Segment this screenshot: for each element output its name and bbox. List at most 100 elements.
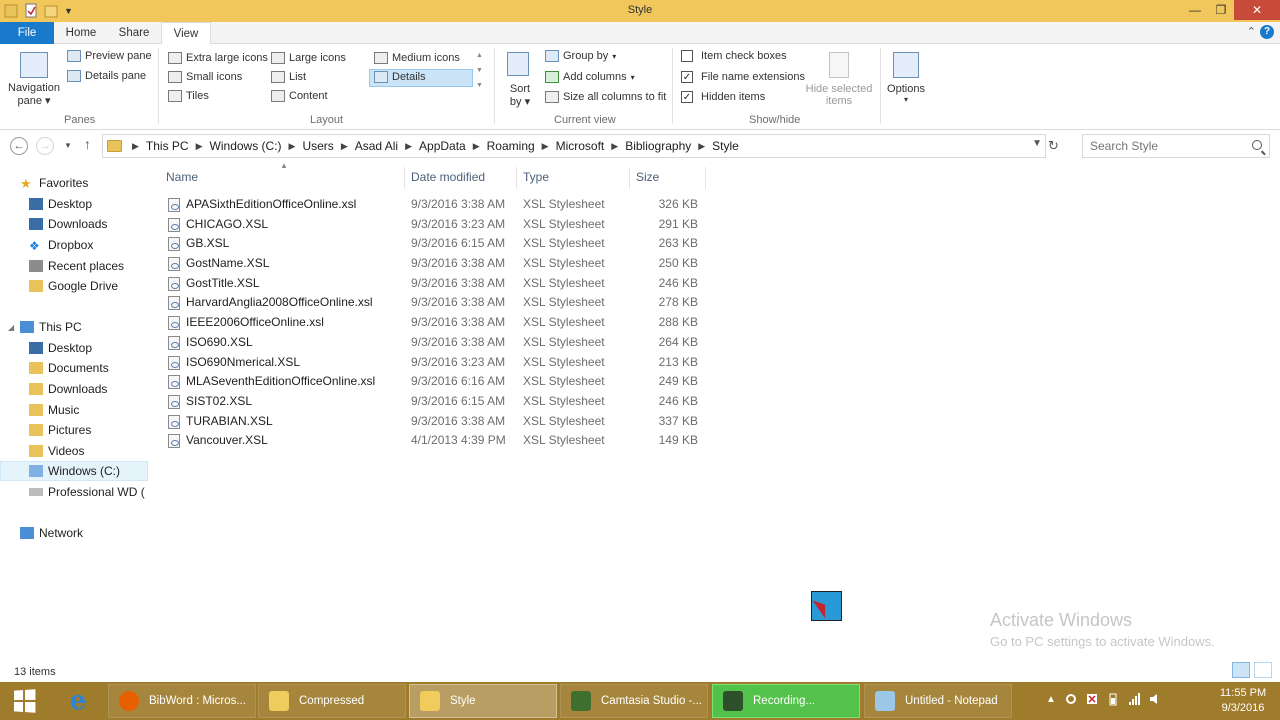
minimize-ribbon-icon[interactable]: ⌃ [1247, 25, 1256, 38]
network-signal-icon[interactable] [1128, 692, 1140, 706]
nav-item-music[interactable]: Music [0, 400, 148, 420]
layout-scroll[interactable]: ▲ ▼ ▼ [476, 52, 483, 89]
chevron-right-icon[interactable]: ▶ [192, 141, 207, 152]
column-header-type[interactable]: Type [523, 170, 549, 184]
nav-item-desktop[interactable]: Desktop [0, 194, 148, 214]
table-row[interactable]: HarvardAnglia2008OfficeOnline.xsl 9/3/201… [166, 293, 706, 312]
breadcrumb-item[interactable]: Users [299, 139, 336, 153]
table-row[interactable]: IEEE2006OfficeOnline.xsl 9/3/2016 3:38 AM… [166, 313, 706, 332]
nav-item-professional-wd[interactable]: Professional WD ( [0, 482, 148, 502]
nav-item-dropbox[interactable]: ❖ Dropbox [0, 235, 148, 255]
taskbar-app-firefox[interactable]: BibWord : Micros... [108, 684, 256, 718]
battery-icon[interactable] [1107, 692, 1119, 706]
layout-expand-icon[interactable]: ▼ [476, 82, 483, 89]
medium-icons-option[interactable]: Medium icons [374, 52, 460, 64]
tab-view[interactable]: View [161, 22, 211, 45]
small-icons-option[interactable]: Small icons [168, 71, 242, 83]
volume-icon[interactable] [1149, 692, 1161, 706]
nav-this-pc[interactable]: ◢ This PC [0, 317, 148, 337]
options-button[interactable]: Options ▾ [884, 83, 928, 104]
chevron-down-icon[interactable]: ▼ [1032, 138, 1042, 149]
divider[interactable] [705, 167, 706, 189]
tab-home[interactable]: Home [56, 22, 106, 44]
nav-item-documents[interactable]: Documents [0, 358, 148, 378]
size-all-columns-button[interactable]: Size all columns to fit [545, 91, 666, 103]
table-row[interactable]: TURABIAN.XSL 9/3/2016 3:38 AM XSL Styleshe… [166, 412, 706, 431]
table-row[interactable]: MLASeventhEditionOfficeOnline.xsl 9/3/201… [166, 372, 706, 391]
file-name-extensions-checkbox[interactable]: ✓ [681, 71, 693, 83]
address-bar[interactable]: ▶ This PC ▶ Windows (C:) ▶ Users ▶ Asad … [102, 134, 1046, 158]
taskbar-app-camtasia[interactable]: Camtasia Studio -... [560, 684, 708, 718]
column-header-name[interactable]: Name [166, 170, 198, 184]
restore-button[interactable]: ❐ [1208, 0, 1234, 20]
breadcrumb-item[interactable]: Style [709, 139, 742, 153]
divider[interactable] [404, 167, 405, 189]
nav-item-downloads[interactable]: Downloads [0, 379, 148, 399]
hidden-items-toggle[interactable]: ✓ Hidden items [681, 91, 765, 103]
taskbar-app-recording[interactable]: Recording... [712, 684, 860, 718]
table-row[interactable]: CHICAGO.XSL 9/3/2016 3:23 AM XSL Styleshee… [166, 215, 706, 234]
breadcrumb-item[interactable]: Asad Ali [352, 139, 401, 153]
breadcrumb-item[interactable]: Bibliography [622, 139, 694, 153]
hidden-items-checkbox[interactable]: ✓ [681, 91, 693, 103]
breadcrumb-item[interactable]: This PC [143, 139, 192, 153]
start-button[interactable] [0, 682, 48, 720]
list-option[interactable]: List [271, 71, 306, 83]
internet-explorer-icon[interactable]: e [56, 686, 100, 716]
breadcrumb-item[interactable]: Roaming [484, 139, 538, 153]
taskbar-clock[interactable]: 11:55 PM 9/3/2016 [1210, 686, 1276, 716]
help-icon[interactable]: ? [1260, 25, 1274, 39]
breadcrumb-item[interactable]: AppData [416, 139, 469, 153]
show-hidden-icons-icon[interactable]: ▲ [1046, 694, 1056, 705]
file-name-extensions-toggle[interactable]: ✓ File name extensions [681, 71, 805, 83]
group-by-button[interactable]: Group by ▾ [545, 50, 616, 62]
content-option[interactable]: Content [271, 90, 328, 102]
chevron-right-icon[interactable]: ▶ [469, 141, 484, 152]
taskbar-app-style[interactable]: Style [409, 684, 557, 718]
divider[interactable] [629, 167, 630, 189]
forward-button[interactable]: → [36, 137, 54, 155]
chevron-down-icon[interactable]: ◢ [8, 323, 20, 332]
minimize-button[interactable]: — [1182, 0, 1208, 20]
hide-selected-items-button[interactable]: Hide selected items [803, 83, 875, 107]
nav-item-pictures[interactable]: Pictures [0, 420, 148, 440]
taskbar-app-compressed[interactable]: Compressed [258, 684, 406, 718]
settings-icon[interactable] [1065, 692, 1077, 706]
item-check-boxes-checkbox[interactable] [681, 50, 693, 62]
add-columns-button[interactable]: Add columns ▾ [545, 71, 635, 83]
table-row[interactable]: APASixthEditionOfficeOnline.xsl 9/3/2016 … [166, 195, 706, 214]
scroll-down-icon[interactable]: ▼ [476, 67, 483, 74]
refresh-icon[interactable]: ↻ [1048, 138, 1059, 154]
breadcrumb-item[interactable]: Microsoft [553, 139, 608, 153]
recent-locations-icon[interactable]: ▼ [64, 141, 72, 150]
chevron-right-icon[interactable]: ▶ [694, 141, 709, 152]
divider[interactable] [516, 167, 517, 189]
chevron-right-icon[interactable]: ▶ [607, 141, 622, 152]
tab-file[interactable]: File [0, 22, 54, 44]
table-row[interactable]: ISO690Nmerical.XSL 9/3/2016 3:23 AM XSL St… [166, 353, 706, 372]
chevron-right-icon[interactable]: ▶ [285, 141, 300, 152]
chevron-right-icon[interactable]: ▶ [401, 141, 416, 152]
search-box[interactable] [1082, 134, 1270, 158]
sort-by-button[interactable]: Sort by ▾ [506, 83, 534, 108]
details-pane-button[interactable]: Details pane [67, 70, 146, 82]
nav-item-windows-c[interactable]: Windows (C:) [0, 461, 148, 481]
chevron-right-icon[interactable]: ▶ [128, 141, 143, 152]
column-header-size[interactable]: Size [636, 170, 659, 184]
large-icons-view-button[interactable] [1254, 662, 1272, 678]
details-view-button[interactable] [1232, 662, 1250, 678]
table-row[interactable]: Vancouver.XSL 4/1/2013 4:39 PM XSL Stylesh… [166, 431, 706, 450]
nav-item-recent-places[interactable]: Recent places [0, 256, 148, 276]
column-header-date-modified[interactable]: Date modified [411, 170, 485, 184]
nav-network[interactable]: Network [0, 523, 148, 543]
action-center-icon[interactable] [1086, 692, 1098, 706]
tiles-option[interactable]: Tiles [168, 90, 209, 102]
table-row[interactable]: SIST02.XSL 9/3/2016 6:15 AM XSL Stylesheet… [166, 392, 706, 411]
nav-item-google-drive[interactable]: Google Drive [0, 276, 148, 296]
details-option[interactable]: Details [374, 71, 426, 83]
nav-item-videos[interactable]: Videos [0, 441, 148, 461]
nav-favorites[interactable]: ★ Favorites [0, 173, 148, 193]
extra-large-icons-option[interactable]: Extra large icons [168, 52, 268, 64]
chevron-right-icon[interactable]: ▶ [337, 141, 352, 152]
item-check-boxes-toggle[interactable]: Item check boxes [681, 50, 787, 62]
